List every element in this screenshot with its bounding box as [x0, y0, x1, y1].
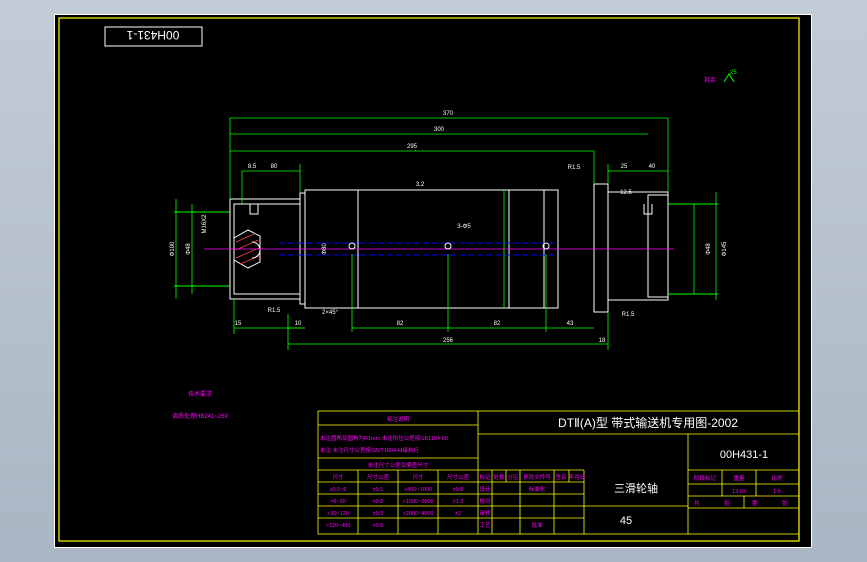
- svg-text:尺寸公差: 尺寸公差: [367, 473, 390, 481]
- svg-text:±0.8: ±0.8: [453, 487, 464, 493]
- svg-text:批准: 批准: [531, 521, 543, 529]
- svg-text:其余: 其余: [704, 76, 716, 84]
- dim-keyway: M16X2: [202, 214, 208, 234]
- svg-text:重量: 重量: [733, 474, 745, 482]
- svg-text:>6~30: >6~30: [330, 499, 346, 505]
- svg-text:第: 第: [752, 499, 758, 507]
- svg-text:±0.5: ±0.5: [373, 523, 384, 529]
- svg-text:调质处理HB241~269: 调质处理HB241~269: [172, 412, 229, 420]
- svg-text:±0.1: ±0.1: [373, 487, 384, 493]
- svg-text:分区: 分区: [507, 473, 519, 481]
- svg-text:尺寸: 尺寸: [412, 473, 424, 481]
- dim-18: 18: [599, 338, 606, 344]
- svg-text:>2000~4000: >2000~4000: [403, 511, 434, 517]
- dim-82a: 82: [397, 321, 404, 327]
- svg-text:≥0.5~6: ≥0.5~6: [330, 487, 347, 493]
- drawing-canvas: 00H431-1 其余 25 370 300 295 8.5 80 25 40 …: [54, 14, 812, 548]
- tech-notes: 技术要求 调质处理HB241~269: [172, 390, 229, 420]
- dim-phi100: Φ100: [170, 241, 176, 256]
- stamp-code: 00H431-1: [126, 28, 179, 42]
- svg-text:校对: 校对: [479, 497, 491, 505]
- dim-300: 300: [434, 127, 445, 133]
- cad-viewport[interactable]: 00H431-1 其余 25 370 300 295 8.5 80 25 40 …: [0, 0, 867, 562]
- dim-phi80: Φ80: [322, 243, 328, 255]
- svg-text:>400~1000: >400~1000: [404, 487, 432, 493]
- dim-phi48-right: Φ48: [706, 243, 712, 255]
- dim-phi145: Φ145: [722, 241, 728, 256]
- svg-text:审核: 审核: [479, 509, 491, 517]
- svg-text:张: 张: [782, 499, 788, 507]
- svg-text:±2: ±2: [455, 511, 461, 517]
- svg-text:25: 25: [730, 70, 737, 76]
- note-line2: 未注 未注尺寸公差按GB/T1804-M级执行: [320, 446, 420, 454]
- material: 45: [620, 515, 632, 527]
- dim-r15-left: R1.5: [268, 308, 281, 314]
- dim-40: 40: [649, 164, 656, 170]
- svg-text:>120~400: >120~400: [326, 523, 351, 529]
- dim-15: 15: [235, 321, 242, 327]
- svg-text:>1000~2000: >1000~2000: [403, 499, 434, 505]
- svg-text:13.07: 13.07: [732, 489, 746, 495]
- svg-text:张: 张: [724, 499, 730, 507]
- svg-text:工艺: 工艺: [479, 522, 491, 529]
- notes-header: 标注说明: [387, 415, 410, 423]
- svg-text:>30~120: >30~120: [327, 511, 349, 517]
- dim-r15-top: R1.5: [568, 165, 581, 171]
- rough-3-2: 3.2: [416, 182, 425, 188]
- dim-phi48-left: Φ48: [186, 243, 192, 255]
- svg-text:处数: 处数: [493, 473, 505, 481]
- dim-8-5: 8.5: [248, 164, 257, 170]
- svg-text:±0.3: ±0.3: [373, 511, 384, 517]
- svg-text:更改文件号: 更改文件号: [523, 473, 551, 481]
- part-name: 三滑轮轴: [614, 481, 658, 495]
- tol-header: 未注尺寸公差及偏差尺寸: [368, 461, 429, 469]
- svg-text:签名: 签名: [555, 473, 566, 481]
- dim-43: 43: [567, 321, 574, 327]
- drawing-title: DTⅡ(A)型 带式输送机专用图-2002: [558, 415, 738, 430]
- svg-text:尺寸: 尺寸: [332, 473, 344, 481]
- dimension-texts: 370 300 295 8.5 80 25 40 15 10 2×45° R1.…: [170, 111, 728, 344]
- dim-80: 80: [271, 164, 278, 170]
- dim-25: 25: [621, 164, 628, 170]
- svg-text:阶段标记: 阶段标记: [694, 474, 717, 482]
- svg-text:±1.2: ±1.2: [453, 499, 464, 505]
- dim-r15-right: R1.5: [622, 312, 635, 318]
- stamp-box: 00H431-1: [104, 26, 203, 47]
- centerline: [204, 242, 674, 256]
- svg-text:标准化: 标准化: [529, 485, 546, 493]
- svg-text:1:5: 1:5: [773, 489, 781, 495]
- drawing-sheet[interactable]: 00H431-1 其余 25 370 300 295 8.5 80 25 40 …: [54, 14, 812, 548]
- svg-text:技术要求: 技术要求: [188, 390, 212, 398]
- note-line1: 未注圆角及圆角为R1mm 未注形位公差按GB1184-80: [320, 434, 448, 442]
- svg-text:设计: 设计: [479, 485, 491, 493]
- svg-text:尺寸公差: 尺寸公差: [447, 473, 470, 481]
- svg-text:标记: 标记: [479, 473, 491, 481]
- roughness-note: 其余 25: [704, 70, 737, 84]
- dim-overall: 370: [443, 111, 454, 117]
- svg-text:±0.2: ±0.2: [373, 499, 384, 505]
- svg-text:年月日: 年月日: [569, 473, 586, 481]
- rough-12-5: 12.5: [620, 190, 632, 196]
- drawing-number: 00H431-1: [720, 449, 768, 461]
- svg-text:共: 共: [694, 499, 700, 507]
- dim-295: 295: [407, 144, 418, 150]
- svg-text:比例: 比例: [771, 474, 783, 482]
- center-mark: 3-Φ5: [457, 224, 471, 230]
- outer-border: [54, 14, 812, 548]
- dim-256: 256: [443, 338, 454, 344]
- dim-10: 10: [295, 321, 302, 327]
- dim-82b: 82: [494, 321, 501, 327]
- dim-chamfer: 2×45°: [322, 310, 339, 316]
